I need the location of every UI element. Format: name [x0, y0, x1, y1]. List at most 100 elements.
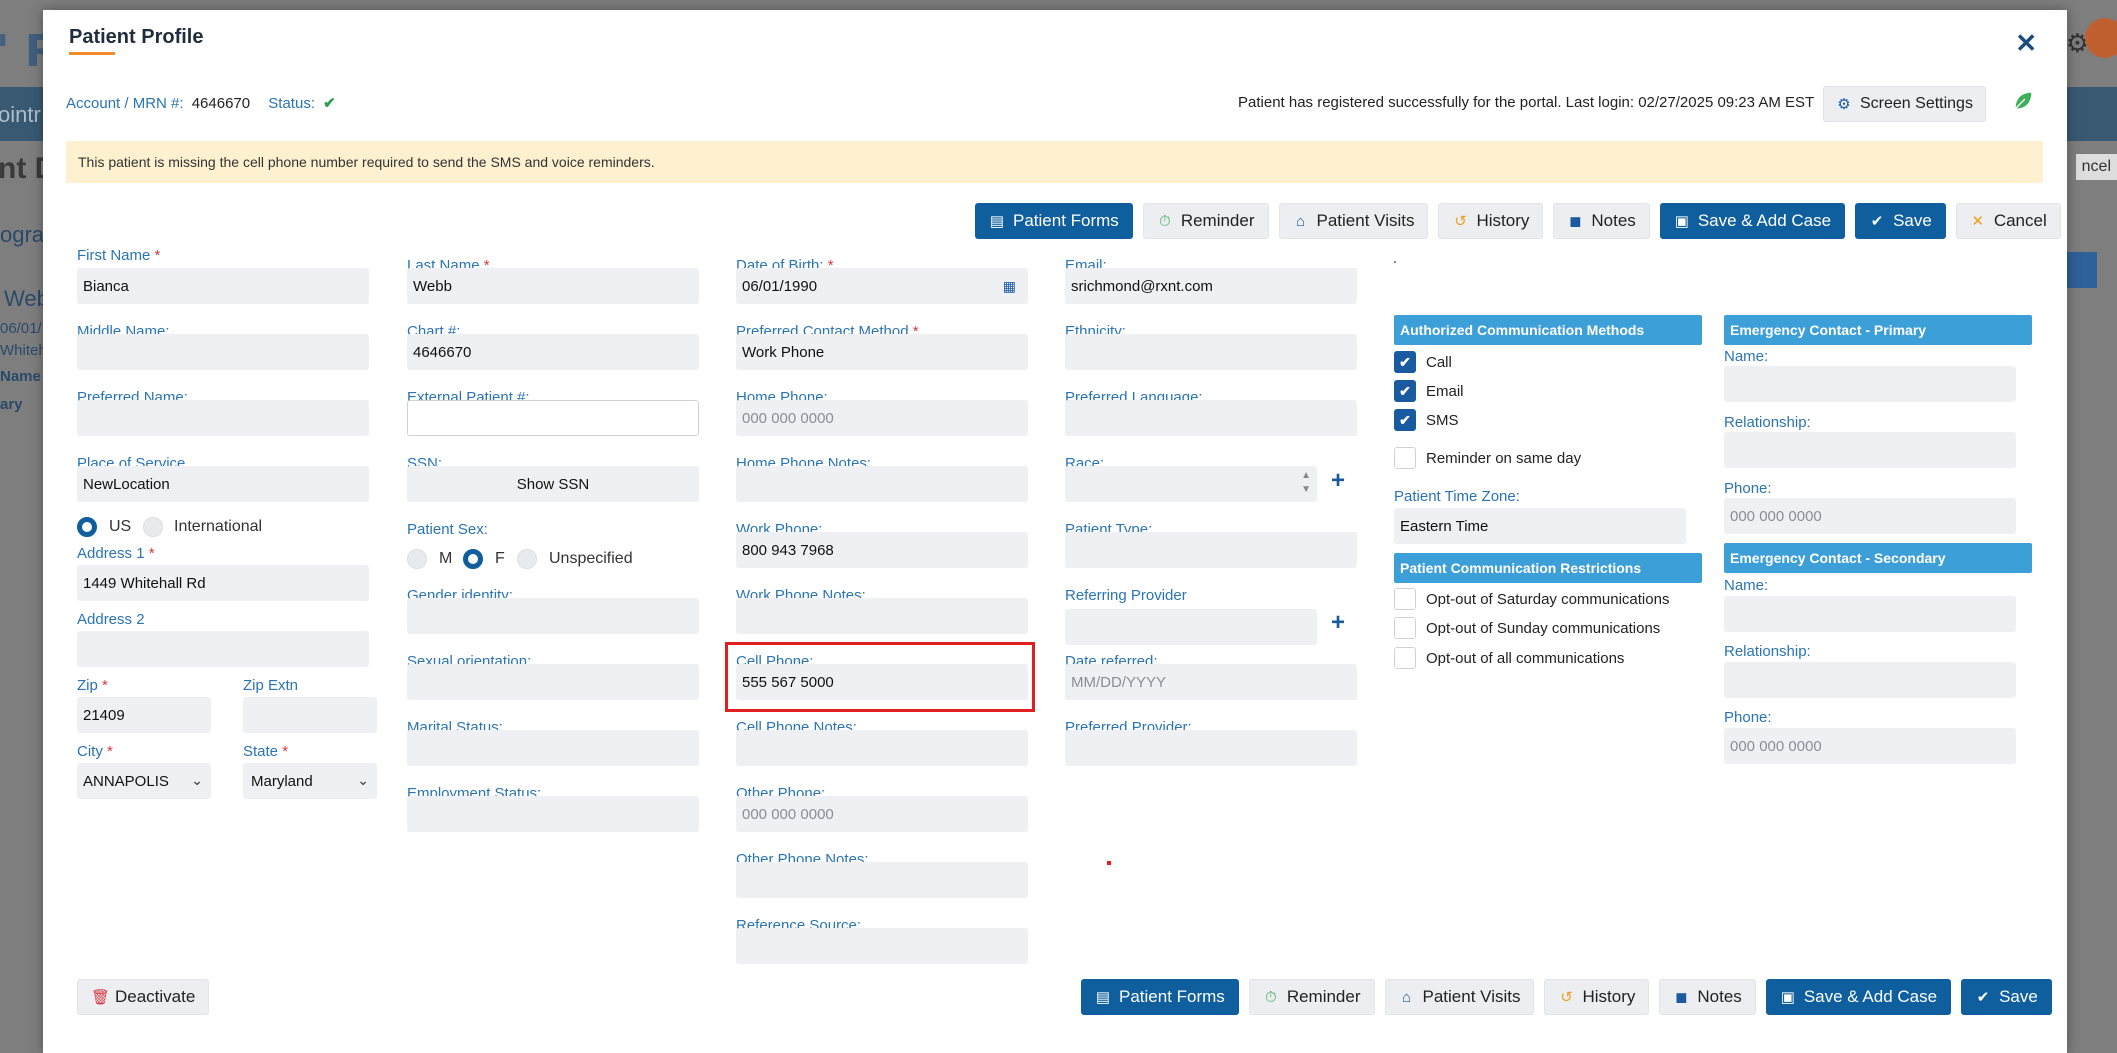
preferred-name-field[interactable]	[77, 400, 369, 436]
middle-name-field[interactable]	[77, 334, 369, 370]
last-name-field[interactable]: Webb	[407, 268, 699, 304]
calendar-icon[interactable]: ▦	[1003, 278, 1016, 295]
state-label: State *	[243, 743, 288, 760]
notes-button[interactable]: ◼ Notes	[1659, 979, 1756, 1015]
first-name-field[interactable]: Bianca	[77, 268, 369, 304]
call-label: Call	[1426, 354, 1452, 371]
home-phone-field[interactable]: 000 000 0000	[736, 400, 1028, 436]
preferred-provider-field[interactable]	[1065, 730, 1357, 766]
secondary-relationship-field[interactable]	[1724, 662, 2016, 698]
zip-extn-field[interactable]	[243, 697, 377, 733]
primary-relationship-label: Relationship:	[1724, 414, 1811, 431]
history-button[interactable]: ↺ History	[1438, 203, 1544, 239]
secondary-name-field[interactable]	[1724, 596, 2016, 632]
save-add-case-button[interactable]: ▣ Save & Add Case	[1765, 979, 1952, 1015]
sex-unspecified-radio[interactable]	[517, 549, 537, 569]
check-icon: ✔	[323, 95, 336, 112]
reminder-same-day-checkbox[interactable]	[1394, 447, 1416, 469]
add-race-icon[interactable]: +	[1331, 467, 1345, 495]
address2-field[interactable]	[77, 631, 369, 667]
sex-f-label: F	[495, 550, 505, 567]
sex-f-radio[interactable]	[463, 549, 483, 569]
background-side-text: 06/01/	[0, 320, 42, 337]
history-icon: ↺	[1560, 989, 1573, 1006]
patient-visits-button[interactable]: ⌂ Patient Visits	[1384, 979, 1535, 1015]
account-value: 4646670	[191, 95, 251, 112]
country-international-radio[interactable]	[143, 517, 163, 537]
primary-name-field[interactable]	[1724, 366, 2016, 402]
avatar	[2085, 18, 2117, 58]
other-phone-field[interactable]: 000 000 0000	[736, 796, 1028, 832]
ethnicity-field[interactable]	[1065, 334, 1357, 370]
reminder-button[interactable]: ⏱ Reminder	[1142, 203, 1269, 239]
optout-sunday-checkbox[interactable]	[1394, 617, 1416, 639]
notes-button[interactable]: ◼ Notes	[1553, 203, 1650, 239]
sex-m-radio[interactable]	[407, 549, 427, 569]
patient-visits-button[interactable]: ⌂ Patient Visits	[1278, 203, 1429, 239]
form-icon: ▤	[989, 213, 1005, 230]
gender-identity-field[interactable]	[407, 598, 699, 634]
marital-status-field[interactable]	[407, 730, 699, 766]
close-icon[interactable]: ✕	[2015, 28, 2037, 59]
screen-settings-button[interactable]: ⚙ Screen Settings	[1823, 86, 1986, 122]
note-icon: ◼	[1675, 989, 1688, 1006]
timezone-label: Patient Time Zone:	[1394, 488, 1520, 505]
primary-relationship-field[interactable]	[1724, 432, 2016, 468]
save-button[interactable]: ✔ Save	[1855, 203, 1946, 239]
save-button[interactable]: ✔ Save	[1961, 979, 2052, 1015]
external-patient-field[interactable]	[407, 400, 699, 436]
secondary-phone-field[interactable]: 000 000 0000	[1724, 728, 2016, 764]
show-ssn-button[interactable]: Show SSN	[407, 466, 699, 502]
add-referring-provider-icon[interactable]: +	[1331, 609, 1345, 637]
email-checkbox[interactable]: ✔	[1394, 380, 1416, 402]
reminder-same-day-label: Reminder on same day	[1426, 450, 1582, 467]
other-phone-notes-field[interactable]	[736, 862, 1028, 898]
sex-m-label: M	[439, 550, 453, 567]
reference-source-field[interactable]	[736, 928, 1028, 964]
optout-all-checkbox[interactable]	[1394, 647, 1416, 669]
referring-provider-field[interactable]	[1065, 609, 1317, 645]
chart-number-field[interactable]: 4646670	[407, 334, 699, 370]
reminder-button[interactable]: ⏱ Reminder	[1248, 979, 1375, 1015]
date-referred-field[interactable]: MM/DD/YYYY	[1065, 664, 1357, 700]
stopwatch-icon: ⏱	[1158, 212, 1171, 230]
primary-phone-field[interactable]: 000 000 0000	[1724, 498, 2016, 534]
country-us-radio[interactable]	[77, 517, 97, 537]
button-label: Notes	[1697, 987, 1742, 1006]
spinner-icon[interactable]: ▲ ▼	[1301, 469, 1311, 497]
call-checkbox[interactable]: ✔	[1394, 351, 1416, 373]
save-add-case-button[interactable]: ▣ Save & Add Case	[1659, 203, 1846, 239]
patient-type-field[interactable]	[1065, 532, 1357, 568]
email-field[interactable]: srichmond@rxnt.com	[1065, 268, 1357, 304]
state-select[interactable]: Maryland ⌄	[243, 763, 377, 799]
dob-field[interactable]: 06/01/1990 ▦	[736, 268, 1028, 304]
background-nav-text: ointr	[0, 102, 41, 127]
optout-saturday-checkbox[interactable]	[1394, 588, 1416, 610]
home-phone-notes-field[interactable]	[736, 466, 1028, 502]
patient-forms-button[interactable]: ▤ Patient Forms	[1081, 979, 1239, 1015]
sms-checkbox[interactable]: ✔	[1394, 409, 1416, 431]
history-button[interactable]: ↺ History	[1544, 979, 1650, 1015]
sexual-orientation-field[interactable]	[407, 664, 699, 700]
cell-phone-highlight	[725, 642, 1035, 712]
label-text: Zip	[77, 677, 98, 694]
required-marker: *	[282, 743, 289, 760]
cell-phone-notes-field[interactable]	[736, 730, 1028, 766]
briefcase-icon: ▣	[1780, 989, 1795, 1006]
language-field[interactable]	[1065, 400, 1357, 436]
address1-field[interactable]: 1449 Whitehall Rd	[77, 565, 369, 601]
contact-method-select[interactable]: Work Phone	[736, 334, 1028, 370]
cancel-button[interactable]: ✕ Cancel	[1955, 203, 2061, 239]
patient-forms-button[interactable]: ▤ Patient Forms	[975, 203, 1133, 239]
timezone-select[interactable]: Eastern Time	[1394, 508, 1686, 544]
place-of-service-field[interactable]: NewLocation	[77, 466, 369, 502]
city-select[interactable]: ANNAPOLIS ⌄	[77, 763, 211, 799]
zip-field[interactable]: 21409	[77, 697, 211, 733]
race-field[interactable]: ▲ ▼	[1065, 466, 1317, 502]
country-us-label: US	[109, 518, 132, 535]
deactivate-button[interactable]: 🗑 Deactivate	[77, 979, 210, 1015]
work-phone-field[interactable]: 800 943 7968	[736, 532, 1028, 568]
leaf-icon[interactable]	[2012, 90, 2034, 112]
employment-status-field[interactable]	[407, 796, 699, 832]
work-phone-notes-field[interactable]	[736, 598, 1028, 634]
